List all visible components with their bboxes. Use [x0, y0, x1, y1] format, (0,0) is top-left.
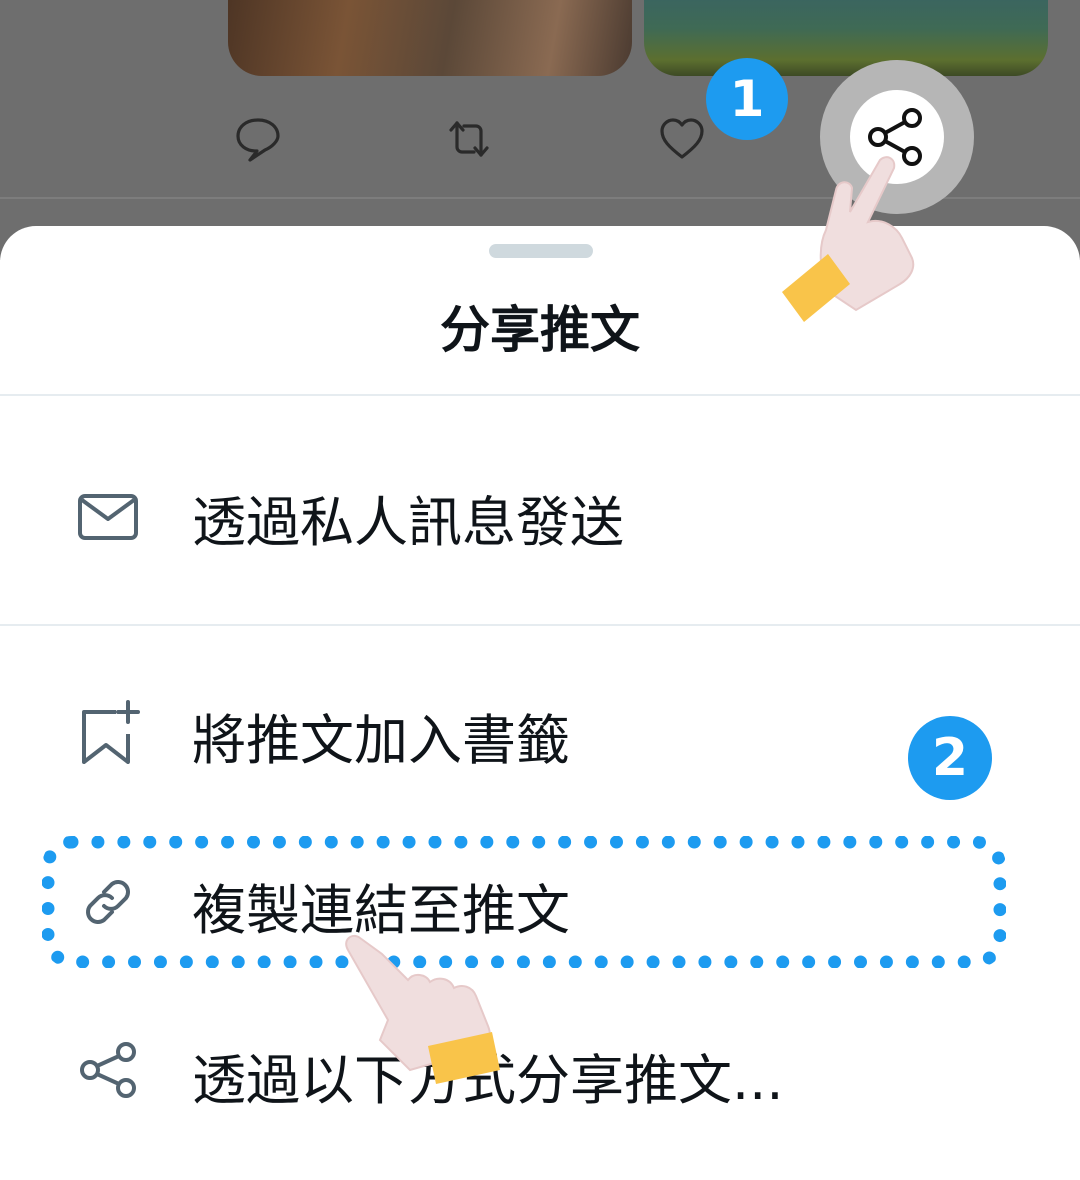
tweet-media-image-1 — [228, 0, 632, 76]
sheet-divider — [0, 624, 1080, 626]
retweet-icon[interactable] — [444, 114, 494, 164]
bookmark-add-icon — [76, 700, 140, 764]
step-badge-1: 1 — [706, 58, 788, 140]
pointing-hand-icon — [345, 934, 500, 1084]
sheet-divider — [0, 394, 1080, 396]
share-icon — [76, 1038, 140, 1102]
step-badge-2: 2 — [908, 716, 992, 800]
like-icon[interactable] — [657, 114, 707, 164]
envelope-icon — [76, 486, 140, 550]
tweet-media-image-2 — [644, 0, 1048, 76]
reply-icon[interactable] — [233, 114, 283, 164]
send-via-dm-item[interactable]: 透過私人訊息發送 — [0, 456, 1080, 576]
copy-link-highlight-box — [42, 836, 1006, 968]
share-sheet: 分享推文 透過私人訊息發送 將推文加入書籤 複製連結至推文 透過以下方式分享推文… — [0, 226, 1080, 1180]
pointing-hand-icon — [782, 156, 915, 322]
sheet-drag-handle[interactable] — [489, 244, 593, 258]
share-via-item[interactable]: 透過以下方式分享推文... — [0, 1012, 1080, 1132]
add-bookmark-label: 將推文加入書籤 — [192, 709, 570, 772]
send-via-dm-label: 透過私人訊息發送 — [192, 491, 624, 554]
